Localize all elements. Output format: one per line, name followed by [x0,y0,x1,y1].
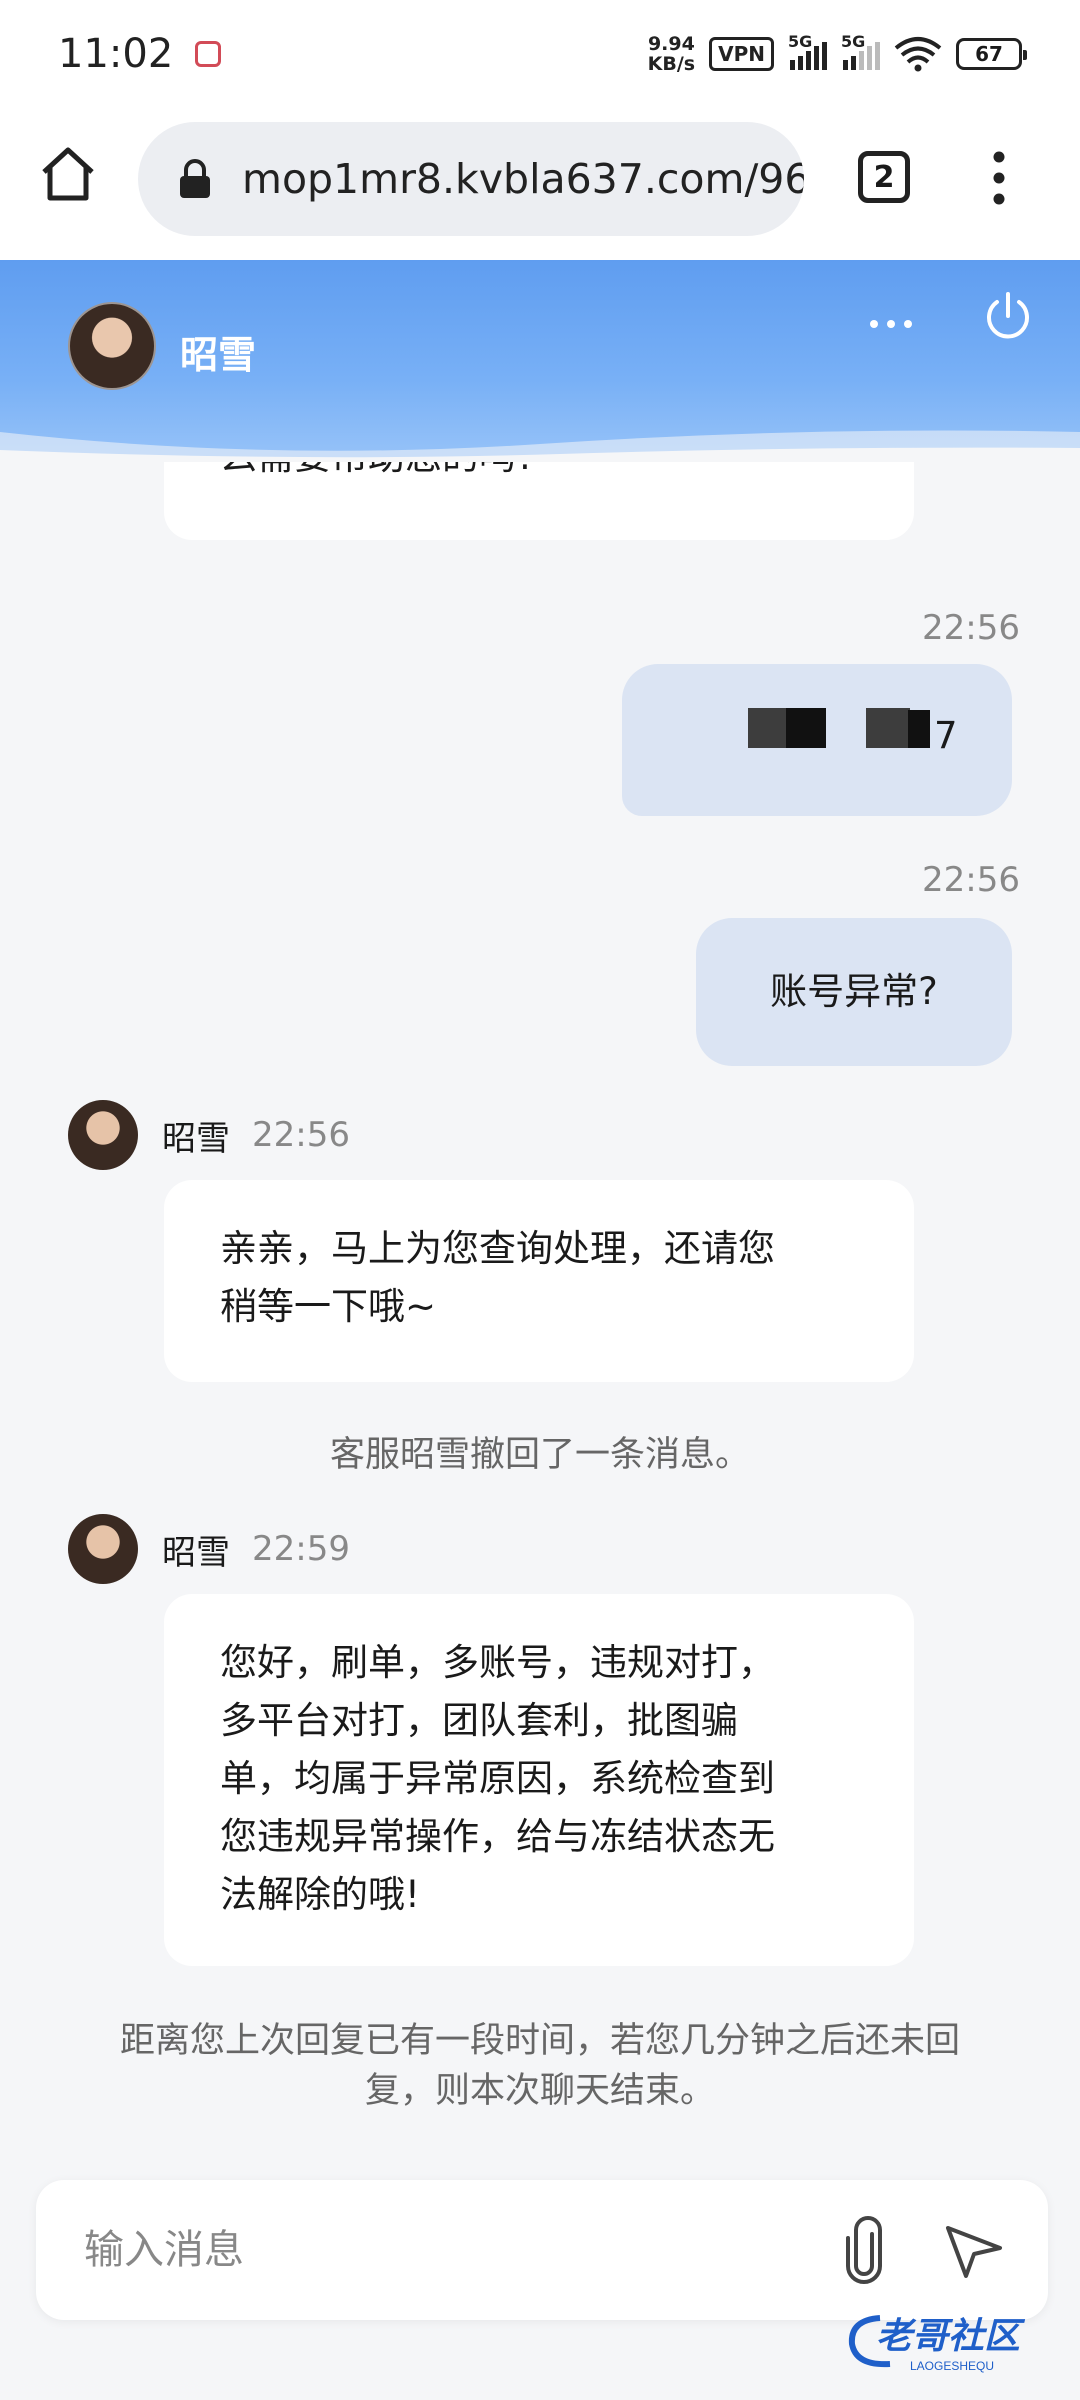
signal-2-label: 5G [841,32,866,51]
cell-signal-2-icon: 5G [841,32,880,70]
sender-name: 昭雪 [162,1532,230,1573]
status-time: 11:02 [58,31,174,77]
attachment-icon[interactable] [836,2216,892,2286]
battery-icon: 67 [956,38,1027,70]
status-bar: 11:02 9.94 KB/s VPN 5G 5G 67 [0,0,1080,108]
send-icon[interactable] [944,2224,1004,2280]
notice-line: 复，则本次聊天结束。 [364,2071,715,2111]
wifi-icon [894,37,942,72]
message-input[interactable] [84,2220,784,2280]
outgoing-message-bubble: 账号异常? [696,918,1012,1066]
cell-signal-1-icon: 5G [788,32,827,70]
agent-name: 昭雪 [180,333,257,377]
status-indicators: 9.94 KB/s VPN 5G 5G 67 [648,32,1027,74]
browser-toolbar: mop1mr8.kvbla637.com/964 2 [0,108,1080,260]
incoming-message-bubble: 亲亲，马上为您查询处理，还请您 稍等一下哦~ [164,1180,914,1382]
avatar[interactable] [68,1514,138,1584]
sender-row: 昭雪 22:59 [68,1514,350,1584]
vpn-badge: VPN [709,37,774,71]
agent-avatar[interactable] [68,302,156,390]
watermark-text: 老哥社区 [876,2316,1026,2357]
watermark-subtext: LAOGESHEQU [910,2359,994,2373]
sender-name: 昭雪 [162,1118,230,1159]
message-timestamp: 22:56 [922,608,1020,648]
redacted-block [866,708,910,748]
session-timeout-notice: 距离您上次回复已有一段时间，若您几分钟之后还未回 复，则本次聊天结束。 [0,2016,1080,2116]
watermark-logo: 老哥社区 LAOGESHEQU [848,2315,1026,2373]
avatar[interactable] [68,1100,138,1170]
network-speed-unit: KB/s [647,53,696,75]
lock-icon [180,159,210,198]
outgoing-message-bubble: 7 [622,664,1012,816]
message-text-line: 稍等一下哦~ [220,1285,437,1328]
message-list[interactable]: 么需要帮助您的吗? 22:56 7 22:56 账号异常? 昭雪 22:56 亲… [0,340,1080,2160]
sender-row: 昭雪 22:56 [68,1100,350,1170]
network-speed: 9.94 KB/s [648,34,695,74]
chat-page: 11:02 9.94 KB/s VPN 5G 5G 67 mop1mr8.kvb… [0,0,1080,2400]
tab-switcher-button[interactable]: 2 [858,151,910,203]
message-timestamp: 22:56 [252,1115,350,1155]
redacted-block [748,708,788,748]
power-icon[interactable] [980,288,1036,344]
incoming-message-bubble: 您好，刷单，多账号，违规对打， 多平台对打，团队套利，批图骗 单，均属于异常原因… [164,1594,914,1966]
signal-1-label: 5G [788,32,813,51]
redacted-block [908,710,930,748]
message-text-line: 您违规异常操作，给与冻结状态无 [220,1815,775,1858]
redacted-block [786,708,826,748]
notification-app-icon [195,41,222,67]
battery-level: 67 [975,42,1003,66]
message-visible-char: 7 [934,714,958,757]
chat-header: 昭雪 [0,260,1080,462]
message-composer [36,2180,1048,2320]
header-wave-decoration [0,430,1080,462]
notice-line: 距离您上次回复已有一段时间，若您几分钟之后还未回 [119,2021,960,2061]
browser-menu-icon[interactable] [984,148,1014,208]
home-icon[interactable] [38,144,98,204]
message-text-line: 亲亲，马上为您查询处理，还请您 [220,1227,775,1270]
message-timestamp: 22:59 [252,1529,350,1569]
address-bar[interactable]: mop1mr8.kvbla637.com/964 [138,122,804,236]
message-text-line: 法解除的哦! [220,1873,420,1916]
message-timestamp: 22:56 [922,860,1020,900]
message-text: 账号异常? [770,970,938,1013]
network-speed-value: 9.94 [647,33,695,55]
recall-notice: 客服昭雪撤回了一条消息。 [329,1435,750,1475]
url-text: mop1mr8.kvbla637.com/964 [242,155,804,203]
tab-count: 2 [873,159,895,195]
message-text-line: 多平台对打，团队套利，批图骗 [220,1699,738,1742]
message-text-line: 单，均属于异常原因，系统检查到 [220,1757,775,1800]
more-options-icon[interactable] [866,304,916,344]
message-text-line: 您好，刷单，多账号，违规对打， [220,1641,775,1684]
